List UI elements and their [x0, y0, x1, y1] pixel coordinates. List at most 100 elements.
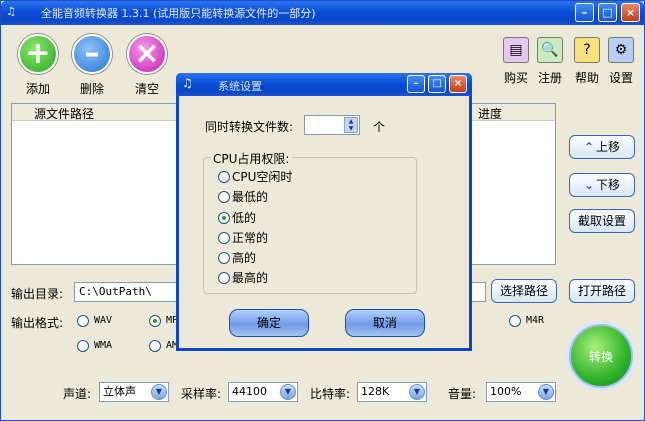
cpu-group: CPU占用权限: CPU空闲时 最低的 低的 正常的 高的 最高的 — [203, 150, 417, 294]
format-mp-radio[interactable] — [149, 315, 161, 327]
choose-path-label: 选择路径 — [499, 284, 548, 298]
cpu-option-normal[interactable]: 正常的 — [218, 229, 268, 246]
help-icon: ? — [574, 37, 600, 63]
radio-icon — [218, 271, 230, 284]
cpu-option-label: 正常的 — [232, 231, 269, 245]
samplerate-value: 44100 — [232, 385, 267, 398]
format-wma-label: WMA — [94, 340, 113, 351]
spinner-arrows-icon[interactable]: ▲ ▼ — [344, 117, 358, 133]
register-label: 注册 — [537, 71, 562, 85]
format-wma-radio[interactable] — [77, 340, 89, 352]
clear-label: 清空 — [134, 82, 159, 96]
dialog-title: 系统设置 — [218, 80, 262, 93]
volume-label: 音量: — [448, 387, 477, 401]
close-button[interactable]: × — [621, 3, 640, 22]
format-wav-label: WAV — [94, 315, 113, 326]
volume-value: 100% — [490, 385, 522, 398]
dialog-icon: ♫ — [182, 76, 193, 90]
radio-icon — [218, 170, 230, 183]
add-button[interactable]: + 添加 — [14, 34, 62, 97]
buy-label: 购买 — [503, 71, 528, 85]
cpu-option-label: 最高的 — [232, 271, 269, 285]
ok-label: 确定 — [256, 316, 281, 330]
add-label: 添加 — [25, 82, 50, 96]
cart-icon: ▤ — [503, 37, 529, 63]
clear-button[interactable]: × 清空 — [123, 34, 171, 97]
format-m4r-label: M4R — [526, 315, 545, 326]
move-down-label: 下移 — [596, 178, 621, 192]
cpu-option-high[interactable]: 高的 — [218, 249, 256, 266]
convert-button[interactable]: 转换 — [569, 324, 633, 388]
window-title: 全能音频转换器 1.3.1 (试用版只能转换源文件的一部分) — [41, 7, 316, 20]
dialog-minimize-button[interactable]: – — [407, 75, 425, 93]
delete-button[interactable]: – 删除 — [68, 34, 116, 97]
app-icon: ♫ — [6, 5, 16, 18]
cancel-label: 取消 — [372, 316, 397, 330]
trim-settings-label: 截取设置 — [577, 214, 626, 228]
move-down-button[interactable]: ⌄ 下移 — [569, 173, 635, 197]
chevron-down-icon: ▼ — [409, 384, 425, 400]
cpu-option-label: CPU空闲时 — [232, 170, 293, 184]
help-button[interactable]: ? 帮助 — [570, 37, 604, 86]
bitrate-value: 128K — [361, 385, 390, 398]
minimize-button[interactable]: – — [575, 3, 594, 22]
choose-path-button[interactable]: 选择路径 — [491, 279, 557, 303]
minus-icon: – — [72, 34, 112, 74]
channel-select[interactable]: 立体声 ▼ — [99, 382, 169, 402]
plus-icon: + — [18, 34, 58, 74]
key-icon: 🔍 — [537, 37, 563, 63]
bitrate-label: 比特率: — [310, 387, 351, 401]
cpu-group-label: CPU占用权限: — [210, 150, 293, 167]
radio-icon — [218, 231, 230, 244]
cancel-button[interactable]: 取消 — [345, 309, 425, 337]
convert-label: 转换 — [588, 349, 613, 364]
format-am-radio[interactable] — [149, 340, 161, 352]
cpu-option-idle[interactable]: CPU空闲时 — [218, 168, 292, 185]
chevron-down-icon: ▼ — [538, 384, 554, 400]
ok-button[interactable]: 确定 — [229, 309, 309, 337]
dialog-title-bar[interactable]: ♫ 系统设置 – □ × — [176, 73, 472, 96]
output-dir-label: 输出目录: — [11, 287, 64, 301]
concurrent-label: 同时转换文件数: — [205, 120, 294, 134]
chevron-down-icon: ▼ — [151, 384, 167, 400]
settings-dialog: ♫ 系统设置 – □ × 同时转换文件数: ▲ ▼ 个 CPU占用权限: CPU空… — [176, 73, 472, 351]
maximize-button[interactable]: □ — [598, 3, 617, 22]
concurrent-value — [305, 117, 308, 130]
delete-label: 删除 — [79, 82, 104, 96]
volume-select[interactable]: 100% ▼ — [486, 382, 556, 402]
concurrent-spinner[interactable]: ▲ ▼ — [304, 115, 360, 135]
settings-icon: ⚙ — [608, 37, 634, 63]
settings-button[interactable]: ⚙ 设置 — [604, 37, 638, 86]
dialog-maximize-button[interactable]: □ — [428, 75, 446, 93]
channel-label: 声道: — [63, 387, 92, 401]
move-up-button[interactable]: ⌃ 上移 — [569, 135, 635, 159]
bitrate-select[interactable]: 128K ▼ — [357, 382, 427, 402]
column-progress[interactable]: 进度 — [478, 105, 502, 122]
double-up-icon: ⌃ — [583, 140, 595, 154]
move-up-label: 上移 — [596, 140, 621, 154]
dialog-close-button[interactable]: × — [449, 75, 467, 93]
cpu-option-label: 低的 — [232, 211, 257, 225]
cpu-option-low[interactable]: 低的 — [218, 209, 256, 226]
help-label: 帮助 — [574, 71, 599, 85]
radio-icon — [218, 251, 230, 264]
open-path-label: 打开路径 — [577, 284, 626, 298]
trim-settings-button[interactable]: 截取设置 — [569, 209, 635, 233]
buy-button[interactable]: ▤ 购买 — [499, 37, 533, 86]
format-m4r-radio[interactable] — [509, 315, 521, 327]
format-wav-radio[interactable] — [77, 315, 89, 327]
column-path[interactable]: 源文件路径 — [34, 105, 94, 122]
samplerate-label: 采样率: — [181, 387, 222, 401]
title-bar[interactable]: ♫ 全能音频转换器 1.3.1 (试用版只能转换源文件的一部分) – □ × — [1, 1, 644, 25]
register-button[interactable]: 🔍 注册 — [533, 37, 567, 86]
chevron-down-icon: ▼ — [280, 384, 296, 400]
cpu-option-label: 最低的 — [232, 190, 269, 204]
concurrent-unit: 个 — [373, 120, 386, 134]
open-path-button[interactable]: 打开路径 — [569, 279, 635, 303]
output-format-label: 输出格式: — [11, 316, 64, 330]
cpu-option-lowest[interactable]: 最低的 — [218, 188, 268, 205]
radio-selected-icon — [218, 211, 230, 224]
cpu-option-highest[interactable]: 最高的 — [218, 269, 268, 286]
samplerate-select[interactable]: 44100 ▼ — [228, 382, 298, 402]
radio-icon — [218, 190, 230, 203]
